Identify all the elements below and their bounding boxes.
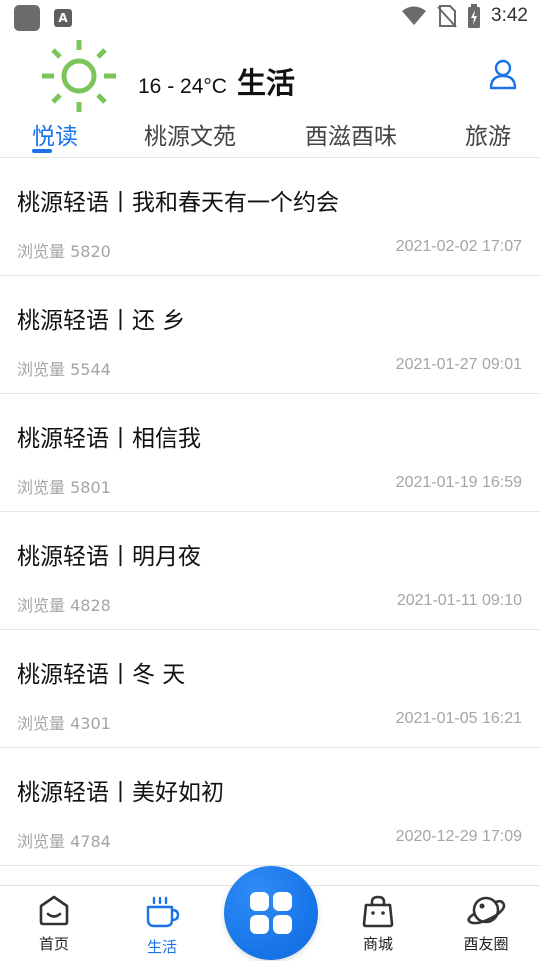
article-date: 2021-01-11 09:10 (396, 592, 522, 609)
status-time: 3:42 (491, 5, 528, 26)
article-views: 浏览量 4828 (17, 596, 111, 615)
category-tabs: 悦读 桃源文苑 酉滋酉味 旅游 (0, 113, 540, 158)
article-title: 桃源轻语丨明月夜 (17, 544, 201, 570)
battery-icon (468, 4, 481, 28)
nav-label-mall: 商城 (362, 935, 393, 953)
article-views: 浏览量 4301 (17, 714, 111, 733)
sun-icon (42, 40, 116, 112)
page-title: 生活 (236, 66, 295, 100)
apps-grid-icon (250, 892, 292, 934)
coffee-cup-icon (146, 896, 180, 928)
list-item[interactable]: 桃源轻语丨相信我 浏览量 5801 2021-01-19 16:59 (0, 394, 540, 512)
article-title: 桃源轻语丨冬 天 (17, 662, 186, 688)
nav-mall[interactable]: 商城 (328, 886, 428, 961)
article-views: 浏览量 5820 (17, 242, 111, 261)
tab-yuedu[interactable]: 悦读 (32, 117, 78, 151)
shopping-bag-icon (362, 895, 394, 928)
article-date: 2021-02-02 17:07 (395, 238, 522, 255)
wifi-icon (402, 6, 427, 25)
tab-youzi-youwei[interactable]: 酉滋酉味 (305, 117, 397, 151)
header: 16 - 24°C 生活 (0, 36, 540, 116)
nav-label-life: 生活 (146, 938, 177, 956)
article-date: 2021-01-05 16:21 (395, 710, 522, 727)
article-date: 2021-01-19 16:59 (395, 474, 522, 491)
nav-life[interactable]: 生活 (112, 886, 212, 961)
article-title: 桃源轻语丨相信我 (17, 426, 201, 452)
nav-friends[interactable]: 酉友圈 (436, 886, 536, 961)
tab-taoyuan-wenyuan[interactable]: 桃源文苑 (144, 117, 236, 151)
a-icon: A (54, 9, 72, 27)
no-sim-icon (437, 5, 457, 28)
list-item[interactable]: 桃源轻语丨冬 天 浏览量 4301 2021-01-05 16:21 (0, 630, 540, 748)
nav-label-home: 首页 (38, 935, 69, 953)
apps-center-button[interactable] (224, 866, 318, 960)
article-date: 2020-12-29 17:09 (395, 828, 522, 845)
planet-icon (467, 896, 506, 925)
article-title: 桃源轻语丨还 乡 (17, 308, 186, 334)
user-icon[interactable] (487, 58, 519, 90)
list-item[interactable]: 桃源轻语丨我和春天有一个约会 浏览量 5820 2021-02-02 17:07 (0, 158, 540, 276)
nav-label-friends: 酉友圈 (463, 935, 509, 953)
article-list: 桃源轻语丨我和春天有一个约会 浏览量 5820 2021-02-02 17:07… (0, 158, 540, 866)
tab-lvyou[interactable]: 旅游 (465, 117, 511, 151)
article-date: 2021-01-27 09:01 (395, 356, 522, 373)
tab-indicator (32, 149, 52, 153)
home-icon (39, 895, 69, 926)
temperature: 16 - 24°C (138, 75, 227, 98)
article-title: 桃源轻语丨我和春天有一个约会 (17, 190, 339, 216)
article-views: 浏览量 5801 (17, 478, 111, 497)
article-views: 浏览量 4784 (17, 832, 111, 851)
article-views: 浏览量 5544 (17, 360, 111, 379)
list-item[interactable]: 桃源轻语丨还 乡 浏览量 5544 2021-01-27 09:01 (0, 276, 540, 394)
list-item[interactable]: 桃源轻语丨美好如初 浏览量 4784 2020-12-29 17:09 (0, 748, 540, 866)
list-item[interactable]: 桃源轻语丨明月夜 浏览量 4828 2021-01-11 09:10 (0, 512, 540, 630)
app-icon (14, 5, 40, 31)
nav-home[interactable]: 首页 (4, 886, 104, 961)
weather-info: 16 - 24°C 生活 (138, 60, 295, 102)
article-title: 桃源轻语丨美好如初 (17, 780, 224, 806)
status-bar: A 3:42 (0, 0, 540, 36)
